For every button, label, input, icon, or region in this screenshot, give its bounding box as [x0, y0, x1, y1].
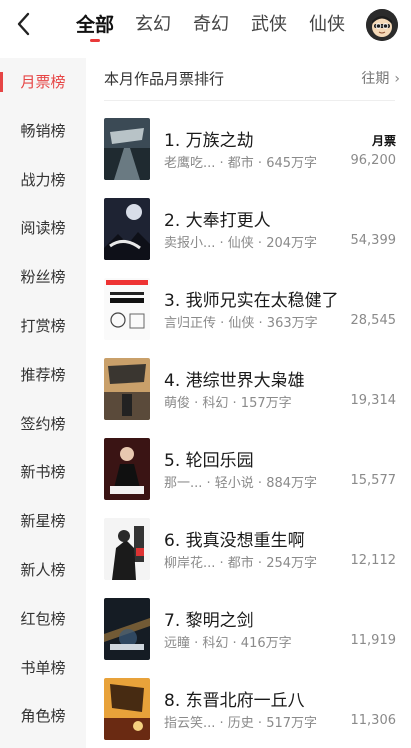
book-title: 5. 轮回乐园 [164, 451, 254, 471]
sidebar-item-label: 粉丝榜 [20, 268, 66, 287]
sidebar-item-bestseller[interactable]: 畅销榜 [0, 107, 86, 156]
book-row[interactable]: 4. 港综世界大枭雄 萌俊 · 科幻 · 157万字 19,314 [104, 358, 398, 438]
tab-label: 全部 [75, 14, 114, 36]
history-label: 往期 [361, 71, 390, 87]
section-header: 本月作品月票排行 往期 › [104, 58, 400, 98]
sidebar-item-red-packet[interactable]: 红包榜 [0, 595, 86, 644]
ranking-sidebar: 月票榜 畅销榜 战力榜 阅读榜 粉丝榜 打赏榜 推荐榜 签约榜 新书榜 新星榜 … [0, 58, 86, 748]
book-meta: 那一... · 轻小说 · 884万字 [164, 476, 318, 491]
sidebar-item-label: 角色榜 [20, 707, 66, 726]
book-row[interactable]: 7. 黎明之剑 远瞳 · 科幻 · 416万字 11,919 [104, 598, 398, 678]
book-cover [104, 278, 150, 340]
book-cover [104, 438, 150, 500]
active-tab-indicator [90, 39, 100, 42]
user-avatar[interactable] [366, 9, 398, 41]
book-cover [104, 118, 150, 180]
book-meta: 萌俊 · 科幻 · 157万字 [164, 396, 292, 411]
sidebar-item-label: 新人榜 [20, 560, 66, 579]
sidebar-item-newcomers[interactable]: 新人榜 [0, 546, 86, 595]
book-row[interactable]: 6. 我真没想重生啊 柳岸花... · 都市 · 254万字 12,112 [104, 518, 398, 598]
tab-xianxia[interactable]: 仙侠 [298, 0, 356, 50]
book-cover [104, 358, 150, 420]
top-bar: 全部 玄幻 奇幻 武侠 仙侠 [0, 0, 411, 50]
book-title: 1. 万族之劫 [164, 131, 254, 151]
book-row[interactable]: 1. 万族之劫 老鹰吃... · 都市 · 645万字 月票 96,200 [104, 118, 398, 198]
divider [104, 100, 395, 101]
sidebar-item-characters[interactable]: 角色榜 [0, 692, 86, 741]
tab-all[interactable]: 全部 [66, 0, 124, 50]
book-row[interactable]: 3. 我师兄实在太稳健了 言归正传 · 仙侠 · 363万字 28,545 [104, 278, 398, 358]
ticket-count: 28,545 [350, 313, 397, 328]
back-arrow-icon[interactable] [12, 10, 36, 38]
book-meta: 指云笑... · 历史 · 517万字 [164, 716, 318, 731]
tab-label: 仙侠 [309, 14, 345, 35]
tab-label: 奇幻 [193, 14, 229, 35]
sidebar-item-booklist[interactable]: 书单榜 [0, 644, 86, 693]
sidebar-item-label: 打赏榜 [20, 316, 66, 335]
tab-wuxia[interactable]: 武侠 [240, 0, 298, 50]
ticket-count: 12,112 [350, 553, 397, 568]
sidebar-item-label: 推荐榜 [20, 365, 66, 384]
book-cover [104, 678, 150, 740]
book-title: 2. 大奉打更人 [164, 211, 271, 231]
sidebar-item-label: 新星榜 [20, 512, 66, 531]
book-row[interactable]: 2. 大奉打更人 卖报小... · 仙侠 · 204万字 54,399 [104, 198, 398, 278]
sidebar-item-label: 战力榜 [20, 170, 66, 189]
history-link[interactable]: 往期 › [361, 68, 400, 88]
sidebar-item-power[interactable]: 战力榜 [0, 156, 86, 205]
chevron-right-icon: › [394, 71, 400, 87]
book-row[interactable]: 5. 轮回乐园 那一... · 轻小说 · 884万字 15,577 [104, 438, 398, 518]
ranking-list: 本月作品月票排行 往期 › 1. 万族之劫 老鹰吃... · 都市 · 645万字… [86, 58, 411, 748]
ticket-count: 96,200 [350, 153, 397, 168]
sidebar-item-new-books[interactable]: 新书榜 [0, 448, 86, 497]
book-meta: 柳岸花... · 都市 · 254万字 [164, 556, 318, 571]
sidebar-item-reading[interactable]: 阅读榜 [0, 204, 86, 253]
sidebar-item-monthly-ticket[interactable]: 月票榜 [0, 58, 86, 107]
sidebar-item-signed[interactable]: 签约榜 [0, 400, 86, 449]
book-meta: 老鹰吃... · 都市 · 645万字 [164, 156, 318, 171]
category-tabs: 全部 玄幻 奇幻 武侠 仙侠 [66, 0, 356, 50]
tab-qihuan[interactable]: 奇幻 [182, 0, 240, 50]
book-title: 7. 黎明之剑 [164, 611, 254, 631]
book-title: 3. 我师兄实在太稳健了 [164, 291, 339, 311]
tab-label: 武侠 [251, 14, 287, 35]
tab-xuanhuan[interactable]: 玄幻 [124, 0, 182, 50]
book-meta: 远瞳 · 科幻 · 416万字 [164, 636, 292, 651]
book-title: 8. 东晋北府一丘八 [164, 691, 305, 711]
sidebar-item-tips[interactable]: 打赏榜 [0, 302, 86, 351]
book-meta: 言归正传 · 仙侠 · 363万字 [164, 316, 318, 331]
book-meta: 卖报小... · 仙侠 · 204万字 [164, 236, 318, 251]
sidebar-item-label: 签约榜 [20, 414, 66, 433]
sidebar-item-label: 红包榜 [20, 609, 66, 628]
section-title: 本月作品月票排行 [104, 70, 225, 88]
sidebar-item-new-stars[interactable]: 新星榜 [0, 497, 86, 546]
sidebar-item-label: 阅读榜 [20, 219, 66, 238]
book-cover [104, 518, 150, 580]
sidebar-item-fans[interactable]: 粉丝榜 [0, 253, 86, 302]
ticket-count: 19,314 [350, 393, 397, 408]
active-indicator [0, 72, 3, 92]
book-cover [104, 198, 150, 260]
book-title: 6. 我真没想重生啊 [164, 531, 305, 551]
tab-label: 玄幻 [135, 14, 171, 35]
ticket-count: 11,919 [350, 633, 397, 648]
monthly-ticket-label: 月票 [371, 134, 396, 148]
book-title: 4. 港综世界大枭雄 [164, 371, 305, 391]
sidebar-item-label: 新书榜 [20, 463, 66, 482]
ticket-count: 54,399 [350, 233, 397, 248]
sidebar-item-recommend[interactable]: 推荐榜 [0, 351, 86, 400]
sidebar-item-label: 畅销榜 [20, 121, 66, 140]
book-row[interactable]: 8. 东晋北府一丘八 指云笑... · 历史 · 517万字 11,306 [104, 678, 398, 748]
ticket-count: 11,306 [350, 713, 397, 728]
sidebar-item-label: 月票榜 [20, 73, 66, 91]
book-cover [104, 598, 150, 660]
sidebar-item-label: 书单榜 [20, 658, 66, 677]
ticket-count: 15,577 [350, 473, 397, 488]
